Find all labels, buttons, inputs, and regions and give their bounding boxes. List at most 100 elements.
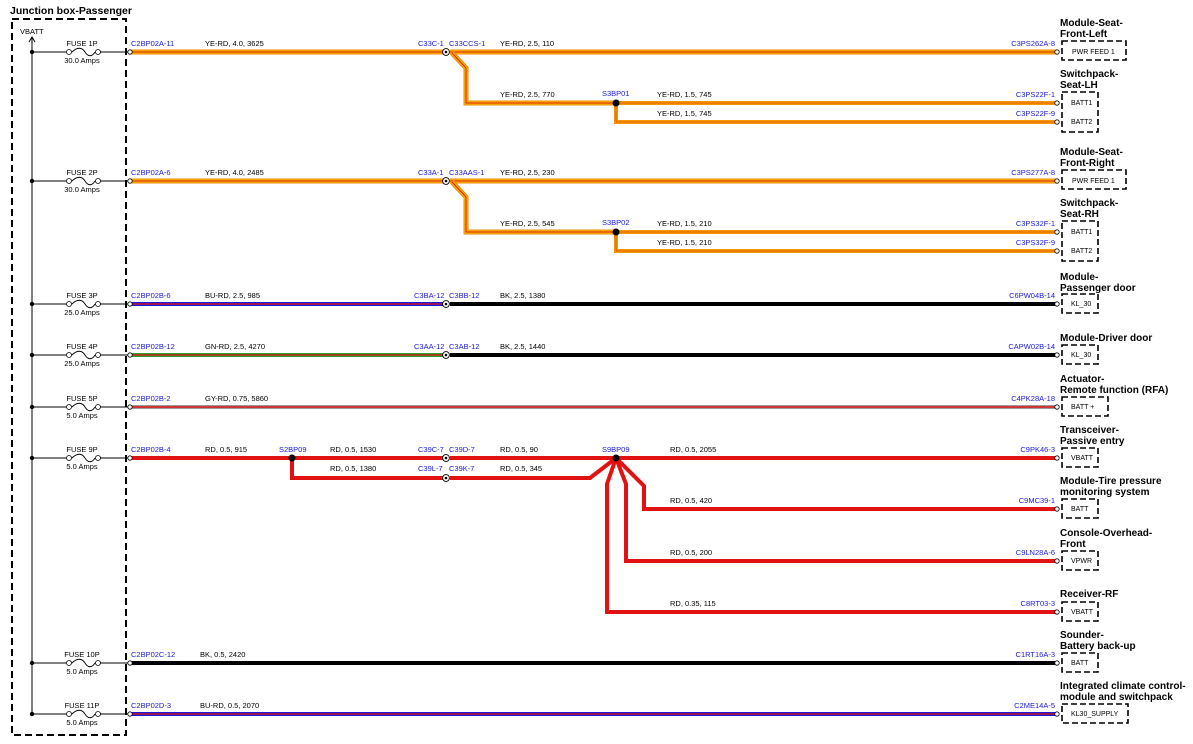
connector-label[interactable]: C3BB-12 [449,291,479,300]
pin-label: BATT1 [1071,229,1092,236]
connector-label[interactable]: C2BP02B-6 [131,291,171,300]
fuse-7[interactable]: FUSE 10P 5.0 Amps [29,650,128,676]
connector-label[interactable]: C3PS32F-1 [1016,219,1055,228]
fuse-terminal-icon [95,711,101,717]
connector-label[interactable]: C2BP02C-12 [131,650,175,659]
connector-label[interactable]: C33C-1 [418,39,444,48]
splice-label[interactable]: S9BP09 [602,445,630,454]
connector-label[interactable]: C9LN28A-6 [1016,548,1055,557]
connector-pin-icon [1054,609,1060,615]
connector-label[interactable]: C33AAS-1 [449,168,484,177]
fuse-link-icon [71,453,96,463]
connector-label[interactable]: C9MC39-1 [1019,496,1055,505]
wire-spec: GN-RD, 2.5, 4270 [205,342,265,351]
inline-connector-pin-icon [444,50,448,54]
pin-box[interactable] [1061,91,1099,133]
splice-dot [612,99,620,107]
fuse-terminal-icon [95,455,101,461]
fuse-link-icon [71,47,96,57]
fuse-terminal-icon [66,301,72,307]
connector-label[interactable]: C3AB-12 [449,342,479,351]
wire-9p-network[interactable] [130,456,1057,614]
destination-title: Actuator- [1060,374,1104,385]
wire-spec: GY-RD, 0.75, 5860 [205,394,268,403]
splice-label[interactable]: S3BP01 [602,89,630,98]
connector-label[interactable]: C39K-7 [449,464,474,473]
splice-label[interactable]: S3BP02 [602,218,630,227]
fuse-terminal-icon [66,660,72,666]
wire-spec: RD, 0.5, 2055 [670,445,716,454]
connector-pin-icon [1054,455,1060,461]
connector-label[interactable]: C3PS262A-8 [1011,39,1055,48]
fuse-4[interactable]: FUSE 4P 25.0 Amps [29,342,128,368]
connector-label[interactable]: C2ME14A-5 [1014,701,1055,710]
connector-label[interactable]: C2BP02B-4 [131,445,171,454]
inline-connector-pin-icon [444,353,448,357]
fuse-terminal-icon [66,711,72,717]
connector-label[interactable]: C2BP02A-6 [131,168,171,177]
fuse-terminal-icon [95,404,101,410]
fuse-link-icon [71,350,96,360]
connector-labels: C2BP02A-11 C2BP02A-6 C2BP02B-6 C2BP02B-1… [131,39,1055,710]
connector-label[interactable]: C39C-7 [418,445,444,454]
pin-label: VBATT [1071,609,1094,616]
wire-spec: RD, 0.5, 90 [500,445,538,454]
pin-label: KL30_SUPPLY [1071,711,1119,718]
left-pin-group [127,49,133,717]
destination-title: Transceiver- [1060,425,1119,436]
connector-label[interactable]: C3PS22F-9 [1016,109,1055,118]
connector-label[interactable]: C33A-1 [418,168,443,177]
connector-label[interactable]: C9PK46-3 [1020,445,1055,454]
connector-label[interactable]: C2BP02B-12 [131,342,175,351]
fuse-6[interactable]: FUSE 9P 5.0 Amps [29,445,128,471]
connector-label[interactable]: C2BP02A-11 [131,39,174,48]
fuse-amps: 25.0 Amps [64,308,100,317]
fuse-2[interactable]: FUSE 2P 30.0 Amps [29,168,128,194]
connector-pin-icon [127,178,133,184]
connector-pin-icon [127,49,133,55]
connector-label[interactable]: C39D-7 [449,445,475,454]
connector-pin-icon [1054,352,1060,358]
connector-label[interactable]: C6PW04B-14 [1009,291,1055,300]
fuse-8[interactable]: FUSE 11P 5.0 Amps [29,701,128,727]
fuse-5[interactable]: FUSE 5P 5.0 Amps [29,394,128,420]
pin-box[interactable] [1061,220,1099,262]
connector-label[interactable]: C2BP02B-2 [131,394,171,403]
wire-spec: YE-RD, 2.5, 545 [500,219,555,228]
connector-label[interactable]: C3PS32F-9 [1016,238,1055,247]
wire-spec: BK, 0.5, 2420 [200,650,245,659]
connector-label[interactable]: C33CCS-1 [449,39,485,48]
connector-label[interactable]: C39L-7 [418,464,443,473]
fuse-3[interactable]: FUSE 3P 25.0 Amps [29,291,128,317]
connector-pin-icon [127,711,133,717]
connector-pin-icon [1054,49,1060,55]
connector-label[interactable]: C3AA-12 [414,342,444,351]
inline-connector-pin-icon [444,179,448,183]
inline-connector-pin-icon [444,456,448,460]
right-pin-group [1054,49,1060,717]
fuse-label: FUSE 1P [66,39,97,48]
connector-label[interactable]: C3PS277A-8 [1011,168,1055,177]
wire-spec: YE-RD, 1.5, 745 [657,90,712,99]
splice-dot [612,454,620,462]
wire-spec: BK, 2.5, 1440 [500,342,545,351]
junction-box-frame [11,18,127,736]
connector-label[interactable]: CAPW02B-14 [1008,342,1055,351]
connector-label[interactable]: C3BA-12 [414,291,444,300]
fuse-1[interactable]: FUSE 1P 30.0 Amps [29,39,128,65]
destination-title: Switchpack- [1060,198,1118,209]
pin-label: PWR FEED 1 [1072,49,1115,56]
connector-label[interactable]: C1RT16A-3 [1016,650,1055,659]
wire-spec: YE-RD, 1.5, 210 [657,238,712,247]
destination-title: Receiver-RF [1060,589,1118,600]
fuse-link-icon [71,658,96,668]
connector-label[interactable]: C3PS22F-1 [1016,90,1055,99]
connector-label[interactable]: C8RT03-3 [1021,599,1055,608]
wire-spec: YE-RD, 4.0, 3625 [205,39,264,48]
connector-label[interactable]: C2BP02D-3 [131,701,171,710]
destination-title: Switchpack- [1060,69,1118,80]
connector-label[interactable]: C4PK28A-18 [1011,394,1055,403]
splice-label[interactable]: S2BP09 [279,445,307,454]
pin-label: BATT + [1071,404,1094,411]
fuse-terminal-icon [66,49,72,55]
